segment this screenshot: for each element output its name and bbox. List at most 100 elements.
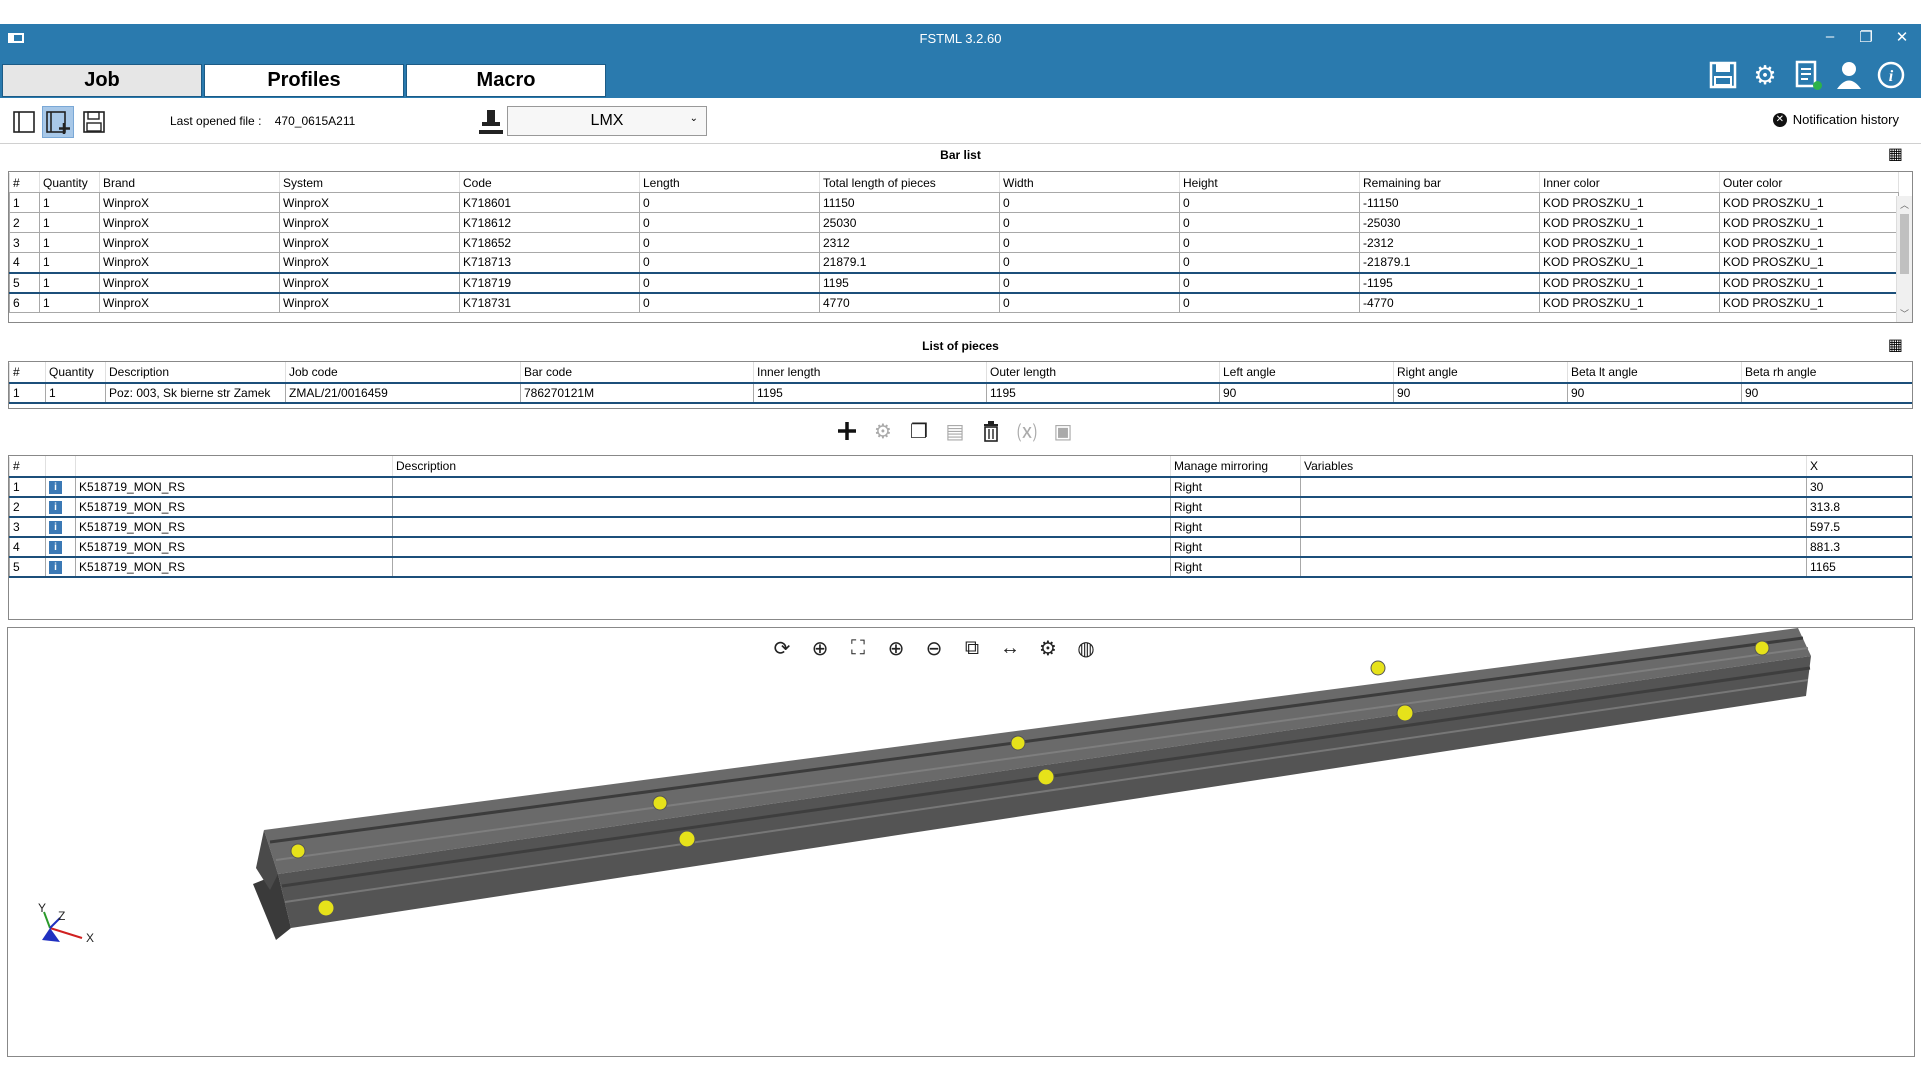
table-cell[interactable]: 313.8: [1806, 495, 1912, 518]
save-job-icon[interactable]: [78, 106, 110, 138]
column-header[interactable]: Outer color: [1719, 172, 1899, 193]
column-header[interactable]: Beta lt angle: [1567, 362, 1742, 383]
table-cell[interactable]: i: [45, 535, 76, 558]
column-header[interactable]: Height: [1179, 172, 1360, 193]
table-cell[interactable]: K718652: [459, 232, 640, 253]
table-cell[interactable]: 3: [9, 515, 46, 538]
column-header[interactable]: [45, 456, 76, 477]
table-cell[interactable]: KOD PROSZKU_1: [1719, 252, 1899, 273]
table-cell[interactable]: K518719_MON_RS: [75, 515, 393, 538]
table-cell[interactable]: 30: [1806, 475, 1912, 498]
pan-view-icon[interactable]: ⊕: [806, 634, 834, 662]
variable-icon[interactable]: ⒳: [1016, 419, 1038, 445]
table-cell[interactable]: -1195: [1359, 271, 1540, 294]
table-cell[interactable]: WinproX: [279, 232, 460, 253]
paste-icon[interactable]: ▤: [944, 419, 966, 443]
minimize-button[interactable]: –: [1821, 28, 1839, 46]
add-macro-button[interactable]: [836, 419, 858, 443]
table-cell[interactable]: WinproX: [99, 271, 280, 294]
table-cell[interactable]: 2: [9, 495, 46, 518]
table-cell[interactable]: -25030: [1359, 212, 1540, 233]
table-cell[interactable]: 1195: [819, 271, 1000, 294]
table-cell[interactable]: WinproX: [99, 252, 280, 273]
table-cell[interactable]: KOD PROSZKU_1: [1719, 292, 1899, 313]
render-settings-icon[interactable]: ⚙: [1034, 634, 1062, 662]
table-cell[interactable]: [1300, 555, 1807, 578]
column-header[interactable]: Quantity: [39, 172, 100, 193]
table-cell[interactable]: 0: [999, 192, 1180, 213]
macro-row[interactable]: 4 i K518719_MON_RS Right 881.3: [9, 535, 1912, 558]
table-row[interactable]: 6 1 WinproX WinproX K718731 0 4770 0 0 -4770 KOD P…: [9, 292, 1899, 313]
tab-macro[interactable]: Macro: [406, 64, 606, 97]
table-cell[interactable]: Right: [1170, 535, 1301, 558]
column-header[interactable]: Variables: [1300, 456, 1807, 477]
table-cell[interactable]: WinproX: [99, 212, 280, 233]
macro-row[interactable]: 2 i K518719_MON_RS Right 313.8: [9, 495, 1912, 518]
table-cell[interactable]: 0: [999, 252, 1180, 273]
table-cell[interactable]: WinproX: [99, 292, 280, 313]
column-header[interactable]: #: [9, 362, 46, 383]
table-row[interactable]: 5 1 WinproX WinproX K718719 0 1195 0 0 -1195 KOD P…: [9, 271, 1899, 294]
table-cell[interactable]: KOD PROSZKU_1: [1719, 271, 1899, 294]
table-cell[interactable]: 1: [39, 212, 100, 233]
table-cell[interactable]: KOD PROSZKU_1: [1539, 192, 1720, 213]
table-cell[interactable]: KOD PROSZKU_1: [1539, 292, 1720, 313]
edit-macro-icon[interactable]: ⚙: [872, 419, 894, 443]
table-cell[interactable]: 0: [1179, 192, 1360, 213]
table-cell[interactable]: [1300, 495, 1807, 518]
column-header[interactable]: Inner length: [753, 362, 987, 383]
table-cell[interactable]: Right: [1170, 475, 1301, 498]
report-icon[interactable]: [1791, 58, 1823, 92]
table-cell[interactable]: 0: [999, 271, 1180, 294]
scroll-thumb[interactable]: [1900, 214, 1909, 274]
table-cell[interactable]: KOD PROSZKU_1: [1539, 271, 1720, 294]
column-header[interactable]: Length: [639, 172, 820, 193]
table-cell[interactable]: 3: [9, 232, 40, 253]
notification-history-button[interactable]: ✕ Notification history: [1772, 112, 1899, 127]
table-cell[interactable]: 597.5: [1806, 515, 1912, 538]
table-cell[interactable]: WinproX: [279, 212, 460, 233]
table-cell[interactable]: 4770: [819, 292, 1000, 313]
column-header[interactable]: Inner color: [1539, 172, 1720, 193]
table-cell[interactable]: K518719_MON_RS: [75, 475, 393, 498]
column-header[interactable]: #: [9, 172, 40, 193]
table-cell[interactable]: WinproX: [279, 271, 460, 294]
column-header[interactable]: Total length of pieces: [819, 172, 1000, 193]
table-cell[interactable]: 0: [999, 232, 1180, 253]
open-job-icon[interactable]: [8, 106, 40, 138]
close-button[interactable]: ✕: [1893, 28, 1911, 46]
table-cell[interactable]: 1: [39, 271, 100, 294]
macro-info-icon[interactable]: i: [49, 501, 62, 514]
table-cell[interactable]: 1195: [753, 381, 987, 404]
table-row[interactable]: 1 1 WinproX WinproX K718601 0 11150 0 0 -11150 KOD…: [9, 192, 1899, 213]
rotate-view-icon[interactable]: ⟳: [768, 634, 796, 662]
zoom-fit-icon[interactable]: ⛶: [844, 634, 872, 662]
table-cell[interactable]: [1300, 535, 1807, 558]
macro-row[interactable]: 3 i K518719_MON_RS Right 597.5: [9, 515, 1912, 538]
table-cell[interactable]: 25030: [819, 212, 1000, 233]
user-icon[interactable]: [1833, 58, 1865, 92]
table-cell[interactable]: K718719: [459, 271, 640, 294]
table-cell[interactable]: 1: [39, 192, 100, 213]
column-header[interactable]: #: [9, 456, 46, 477]
macro-info-icon[interactable]: i: [49, 541, 62, 554]
macro-info-icon[interactable]: i: [49, 481, 62, 494]
column-header[interactable]: [75, 456, 393, 477]
tab-job[interactable]: Job: [2, 64, 202, 97]
table-cell[interactable]: i: [45, 495, 76, 518]
table-cell[interactable]: 5: [9, 271, 40, 294]
column-header[interactable]: Bar code: [520, 362, 754, 383]
table-cell[interactable]: WinproX: [279, 192, 460, 213]
table-cell[interactable]: Poz: 003, Sk bierne str Zamek: [105, 381, 286, 404]
macro-row[interactable]: 5 i K518719_MON_RS Right 1165: [9, 555, 1912, 578]
table-cell[interactable]: [392, 535, 1171, 558]
table-cell[interactable]: 6: [9, 292, 40, 313]
table-cell[interactable]: Right: [1170, 515, 1301, 538]
column-header[interactable]: Description: [105, 362, 286, 383]
table-cell[interactable]: KOD PROSZKU_1: [1719, 192, 1899, 213]
table-cell[interactable]: WinproX: [99, 232, 280, 253]
column-header[interactable]: Beta rh angle: [1741, 362, 1912, 383]
column-header[interactable]: Width: [999, 172, 1180, 193]
table-cell[interactable]: K518719_MON_RS: [75, 495, 393, 518]
macro-info-icon[interactable]: i: [49, 521, 62, 534]
